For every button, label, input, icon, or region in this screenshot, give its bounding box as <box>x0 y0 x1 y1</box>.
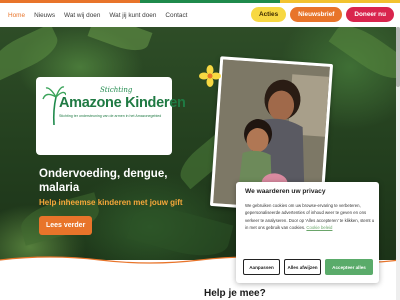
foliage-leaf <box>126 199 234 260</box>
flower-icon <box>199 65 221 87</box>
nav-wat-wij-doen[interactable]: Wat wij doen <box>64 12 100 19</box>
logo-tagline: Stichting ter ondersteuning van de armen… <box>59 114 162 118</box>
foliage-leaf <box>0 27 64 81</box>
logo-card[interactable]: Stichting Amazone Kinderen Stichting ter… <box>36 77 186 155</box>
scrollbar-thumb[interactable] <box>396 27 400 87</box>
lees-verder-button[interactable]: Lees verder <box>39 216 93 235</box>
nav-nieuws[interactable]: Nieuws <box>34 12 55 19</box>
cookie-policy-link[interactable]: Cookie beleid <box>306 225 332 230</box>
hero-subtitle: Help inheemse kinderen met jouw gift <box>39 198 183 207</box>
cookie-title: We waarderen uw privacy <box>245 188 326 195</box>
foliage-leaf <box>87 27 153 57</box>
accept-all-button[interactable]: Accepteer alles <box>325 259 373 275</box>
reject-all-button[interactable]: Alles afwijzen <box>284 259 321 275</box>
foliage-leaf <box>328 27 400 88</box>
customize-button[interactable]: Aanpassen <box>243 259 280 275</box>
main-nav: Home Nieuws Wat wij doen Wat jij kunt do… <box>8 12 196 19</box>
logo-title: Amazone Kinderen <box>59 95 186 111</box>
hero-title: Ondervoeding, dengue, malaria <box>39 168 168 194</box>
site-header: Home Nieuws Wat wij doen Wat jij kunt do… <box>0 3 400 27</box>
cookie-consent-dialog: We waarderen uw privacy We gebruiken coo… <box>236 182 379 283</box>
nieuwsbrief-button[interactable]: Nieuwsbrief <box>290 7 343 22</box>
doneer-button[interactable]: Doneer nu <box>346 7 394 22</box>
nav-wat-jij-kunt-doen[interactable]: Wat jij kunt doen <box>109 12 156 19</box>
help-section-title: Help je mee? <box>204 288 266 299</box>
header-actions: Acties Nieuwsbrief Doneer nu <box>250 7 394 22</box>
cookie-buttons: Aanpassen Alles afwijzen Accepteer alles <box>243 259 373 275</box>
nav-contact[interactable]: Contact <box>165 12 187 19</box>
cookie-text: We gebruiken cookies om uw browse-ervari… <box>245 202 375 231</box>
nav-home[interactable]: Home <box>8 12 25 19</box>
acties-button[interactable]: Acties <box>250 7 287 22</box>
logo-stichting: Stichting <box>100 86 133 94</box>
